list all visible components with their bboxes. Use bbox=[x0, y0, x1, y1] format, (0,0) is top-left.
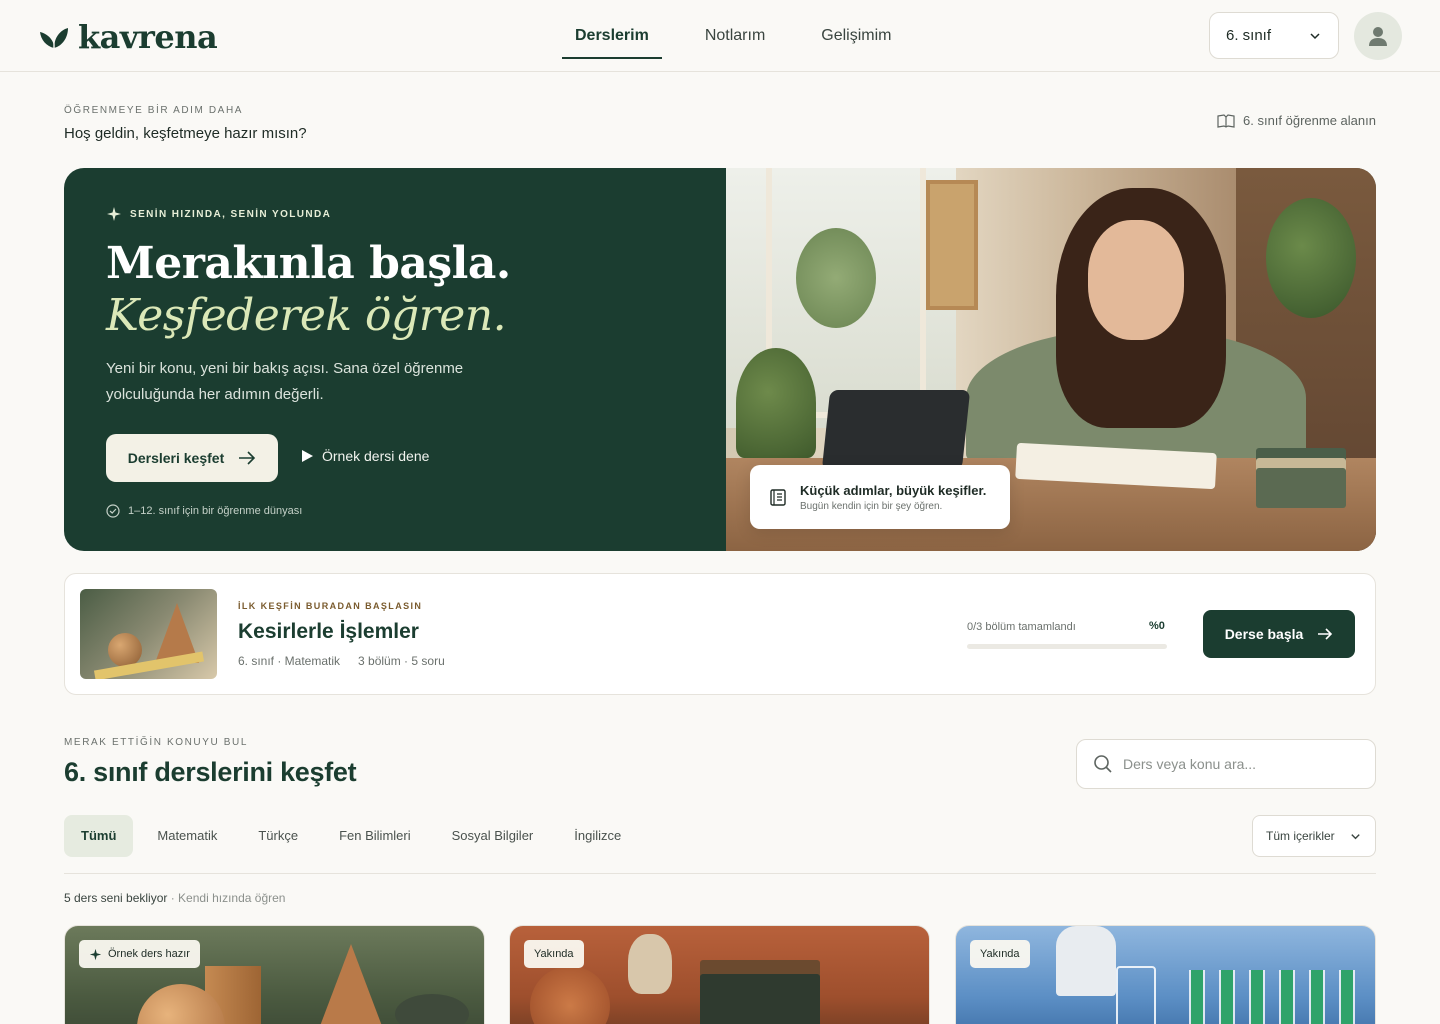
photo-plant bbox=[736, 348, 816, 458]
welcome-eyebrow: ÖĞRENMEYE BİR ADIM DAHA bbox=[64, 105, 244, 116]
photo-plant bbox=[1266, 198, 1356, 318]
search-input[interactable] bbox=[1123, 756, 1343, 772]
photo-plant bbox=[796, 228, 876, 328]
course-image-flask bbox=[1116, 966, 1156, 1024]
progress-label: 0/3 bölüm tamamlandı bbox=[967, 621, 1076, 633]
photo-wall-frame bbox=[926, 180, 978, 310]
course-card[interactable]: Yakında bbox=[509, 925, 930, 1024]
avatar[interactable] bbox=[1354, 12, 1402, 60]
discover-title: 6. sınıf derslerini keşfet bbox=[64, 757, 357, 787]
logo[interactable]: kavrena bbox=[38, 18, 218, 56]
tab-science[interactable]: Fen Bilimleri bbox=[322, 815, 428, 857]
try-sample-lesson-label: Örnek dersi dene bbox=[322, 448, 430, 464]
learning-area-label: 6. sınıf öğrenme alanın bbox=[1243, 113, 1376, 128]
search-box bbox=[1076, 739, 1376, 789]
start-lesson-label: Derse başla bbox=[1224, 626, 1304, 642]
explore-lessons-label: Dersleri keşfet bbox=[127, 450, 225, 466]
first-lesson-card: İLK KEŞFİN BURADAN BAŞLASIN Kesirlerle İ… bbox=[64, 573, 1376, 695]
lesson-thumbnail bbox=[80, 589, 217, 679]
sparkle-icon bbox=[89, 948, 102, 960]
arrow-right-icon bbox=[1318, 628, 1333, 640]
leaf-logo-icon bbox=[40, 28, 68, 48]
course-badge-label: Yakında bbox=[534, 948, 574, 960]
course-badge-label: Örnek ders hazır bbox=[108, 948, 190, 960]
discover-eyebrow: MERAK ETTİĞİN KONUYU BUL bbox=[64, 737, 248, 748]
lesson-title: Kesirlerle İşlemler bbox=[238, 620, 419, 643]
lesson-count-sub: · Kendi hızında öğren bbox=[167, 891, 286, 905]
content-filter-value: Tüm içerikler bbox=[1266, 829, 1335, 843]
sparkle-icon bbox=[107, 207, 121, 221]
caption-card-title: Küçük adımlar, büyük keşifler. bbox=[800, 482, 987, 498]
subject-tabs: Tümü Matematik Türkçe Fen Bilimleri Sosy… bbox=[64, 815, 645, 857]
hero-eyebrow: SENİN HIZINDA, SENİN YOLUNDA bbox=[106, 206, 331, 222]
photo-tablet bbox=[821, 390, 971, 470]
hero-headline-line-1: Merakınla başla. bbox=[106, 238, 511, 289]
hero-content: SENİN HIZINDA, SENİN YOLUNDA Merakınla b… bbox=[64, 168, 726, 551]
start-lesson-button[interactable]: Derse başla bbox=[1203, 610, 1355, 658]
top-navigation-bar: kavrena Derslerim Notlarım Gelişimim 6. … bbox=[0, 0, 1440, 72]
progress-percent: %0 bbox=[1149, 620, 1165, 632]
course-badge: Yakında bbox=[970, 940, 1030, 968]
nav-item-gelisimim[interactable]: Gelişimim bbox=[808, 14, 904, 59]
play-icon bbox=[302, 450, 313, 462]
course-badge: Örnek ders hazır bbox=[79, 940, 200, 968]
search-icon bbox=[1094, 755, 1112, 773]
tab-all[interactable]: Tümü bbox=[64, 815, 134, 857]
logo-text: kavrena bbox=[78, 18, 218, 56]
notebook-icon bbox=[770, 489, 786, 506]
chevron-down-icon bbox=[1310, 32, 1320, 39]
grade-select[interactable]: 6. sınıf bbox=[1209, 12, 1339, 59]
nav-item-derslerim[interactable]: Derslerim bbox=[562, 14, 662, 59]
main-nav: Derslerim Notlarım Gelişimim bbox=[562, 14, 935, 59]
course-badge-label: Yakında bbox=[980, 948, 1020, 960]
try-sample-lesson-button[interactable]: Örnek dersi dene bbox=[300, 448, 429, 464]
course-image-bust bbox=[628, 934, 672, 994]
course-image-test-tubes bbox=[1181, 970, 1361, 1024]
hero-headline-line-2: Keşfederek öğren. bbox=[106, 290, 507, 341]
photo-student-face bbox=[1088, 220, 1184, 340]
hero-photo-student-studying: Küçük adımlar, büyük keşifler. Bugün ken… bbox=[726, 168, 1376, 551]
hero-eyebrow-text: SENİN HIZINDA, SENİN YOLUNDA bbox=[130, 208, 332, 220]
open-book-icon bbox=[1217, 113, 1235, 128]
course-image-cone bbox=[317, 944, 385, 1024]
caption-card-subtitle: Bugün kendin için bir şey öğren. bbox=[800, 500, 943, 512]
arrow-right-icon bbox=[239, 451, 256, 465]
course-image-books bbox=[700, 974, 820, 1024]
lesson-count-main: 5 ders seni bekliyor bbox=[64, 891, 168, 905]
tab-mathematics[interactable]: Matematik bbox=[140, 815, 234, 857]
hero-subtitle: Yeni bir konu, yeni bir bakış açısı. San… bbox=[106, 360, 464, 403]
chevron-down-icon bbox=[1351, 833, 1360, 839]
nav-item-notlarim[interactable]: Notlarım bbox=[692, 14, 778, 59]
user-icon bbox=[1369, 27, 1387, 46]
lesson-count: 5 ders seni bekliyor · Kendi hızında öğr… bbox=[64, 891, 285, 905]
course-image-lamp bbox=[530, 966, 610, 1024]
explore-lessons-button[interactable]: Dersleri keşfet bbox=[106, 434, 278, 482]
hero-note: 1–12. sınıf için bir öğrenme dünyası bbox=[106, 504, 302, 518]
tab-english[interactable]: İngilizce bbox=[557, 815, 638, 857]
content-filter-select[interactable]: Tüm içerikler bbox=[1252, 815, 1376, 857]
lesson-meta-size: 3 bölüm · 5 soru bbox=[358, 654, 445, 668]
learning-area-link[interactable]: 6. sınıf öğrenme alanın bbox=[1217, 113, 1376, 128]
lesson-meta-grade: 6. sınıf · Matematik bbox=[238, 654, 341, 668]
course-card[interactable]: Örnek ders hazır bbox=[64, 925, 485, 1024]
section-divider bbox=[64, 873, 1376, 874]
tab-social-studies[interactable]: Sosyal Bilgiler bbox=[435, 815, 551, 857]
hero-banner: SENİN HIZINDA, SENİN YOLUNDA Merakınla b… bbox=[64, 168, 1376, 551]
hero-photo-caption-card: Küçük adımlar, büyük keşifler. Bugün ken… bbox=[750, 465, 1010, 529]
course-badge: Yakında bbox=[524, 940, 584, 968]
tab-turkish[interactable]: Türkçe bbox=[241, 815, 315, 857]
course-image-bowl bbox=[395, 994, 469, 1024]
photo-book-stack bbox=[1256, 468, 1346, 508]
hero-note-text: 1–12. sınıf için bir öğrenme dünyası bbox=[128, 505, 303, 517]
lesson-eyebrow: İLK KEŞFİN BURADAN BAŞLASIN bbox=[238, 601, 423, 611]
welcome-title: Hoş geldin, keşfetmeye hazır mısın? bbox=[64, 125, 307, 142]
lesson-meta: 6. sınıf · Matematik 3 bölüm · 5 soru bbox=[238, 654, 445, 668]
progress-bar bbox=[967, 644, 1167, 649]
course-image-microscope bbox=[1056, 926, 1116, 996]
check-circle-icon bbox=[106, 504, 120, 518]
course-card[interactable]: Yakında bbox=[955, 925, 1376, 1024]
grade-select-value: 6. sınıf bbox=[1226, 27, 1272, 44]
